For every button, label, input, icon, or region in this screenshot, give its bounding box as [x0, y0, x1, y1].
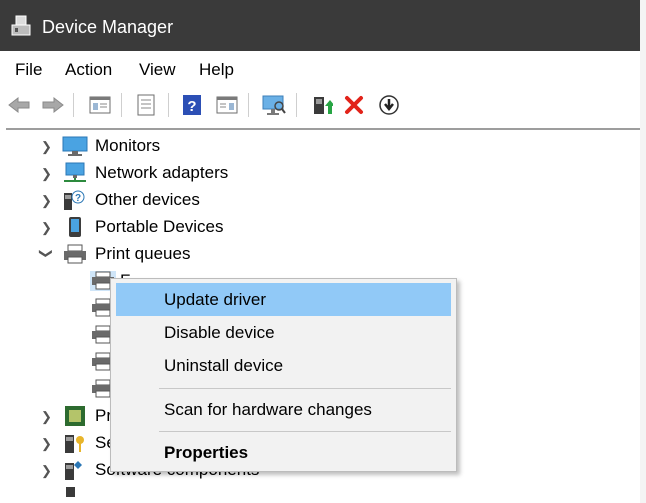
tree-item-other-devices[interactable]: ❯ ? Other devices	[0, 187, 640, 214]
menu-item-uninstall-device[interactable]: Uninstall device	[116, 349, 451, 382]
tree-item-monitors[interactable]: ❯ Monitors	[0, 133, 640, 160]
toolbar-separator	[248, 93, 249, 117]
menu-action[interactable]: Action	[65, 60, 112, 80]
scan-monitor-icon[interactable]	[260, 92, 288, 118]
chevron-right-icon[interactable]: ❯	[41, 220, 53, 235]
toolbar-separator	[121, 93, 122, 117]
tree-item-label: Portable Devices	[95, 217, 224, 236]
processor-icon	[62, 405, 88, 427]
menu-item-label: Update driver	[164, 290, 267, 309]
menu-separator	[159, 388, 451, 389]
tree-item-label: Monitors	[95, 136, 161, 155]
tree-item-label: Print queues	[95, 244, 191, 263]
monitor-icon	[62, 135, 88, 157]
menu-item-label: Disable device	[164, 323, 275, 342]
title-bar: Device Manager	[0, 0, 640, 51]
back-arrow-icon[interactable]	[6, 92, 32, 118]
menu-item-label: Scan for hardware changes	[164, 400, 372, 419]
context-menu: Update driver Disable device Uninstall d…	[110, 278, 457, 472]
menu-help[interactable]: Help	[199, 60, 234, 80]
toolbar-divider	[6, 128, 640, 130]
network-adapter-icon	[62, 162, 88, 184]
tree-item-label: Other devices	[95, 190, 200, 209]
properties-sheet-icon[interactable]	[87, 92, 113, 118]
update-driver-icon[interactable]	[309, 92, 335, 118]
toolbar: ?	[0, 87, 640, 123]
svg-text:?: ?	[75, 193, 81, 204]
chevron-down-icon[interactable]: ❯	[39, 248, 54, 260]
toolbar-separator	[73, 93, 74, 117]
toolbar-separator	[296, 93, 297, 117]
chevron-right-icon[interactable]: ❯	[41, 139, 53, 154]
menu-separator	[159, 431, 451, 432]
menu-item-scan-hardware[interactable]: Scan for hardware changes	[116, 393, 451, 426]
menu-view[interactable]: View	[139, 60, 176, 80]
chevron-right-icon[interactable]: ❯	[41, 409, 53, 424]
install-download-icon[interactable]	[376, 92, 402, 118]
menu-item-properties[interactable]: Properties	[116, 436, 451, 469]
toolbar-separator	[168, 93, 169, 117]
help-icon[interactable]: ?	[179, 92, 205, 118]
tree-item-label: Network adapters	[95, 163, 229, 182]
software-component-icon	[62, 459, 88, 481]
tree-item-network-adapters[interactable]: ❯ Network adapters	[0, 160, 640, 187]
security-device-icon	[62, 432, 88, 454]
window-title: Device Manager	[42, 17, 174, 37]
menu-bar: File Action View Help	[0, 51, 640, 87]
forward-arrow-icon[interactable]	[40, 92, 66, 118]
unknown-device-icon: ?	[62, 189, 88, 211]
svg-text:?: ?	[187, 98, 196, 115]
menu-item-update-driver[interactable]: Update driver	[116, 283, 451, 316]
chevron-right-icon[interactable]: ❯	[41, 166, 53, 181]
printer-icon	[62, 243, 88, 265]
remove-device-icon[interactable]	[342, 92, 366, 118]
portable-device-icon	[62, 216, 88, 238]
device-icon	[62, 484, 88, 503]
chevron-right-icon[interactable]: ❯	[41, 193, 53, 208]
menu-file[interactable]: File	[15, 60, 42, 80]
tree-item-print-queues[interactable]: ❯ Print queues	[0, 241, 640, 268]
menu-item-disable-device[interactable]: Disable device	[116, 316, 451, 349]
device-manager-icon	[10, 15, 32, 42]
menu-item-label: Uninstall device	[164, 356, 284, 375]
window-icon[interactable]	[133, 92, 159, 118]
tree-item-portable-devices[interactable]: ❯ Portable Devices	[0, 214, 640, 241]
window-edge	[640, 0, 646, 503]
chevron-right-icon[interactable]: ❯	[41, 463, 53, 478]
tree-item-partial[interactable]	[0, 484, 640, 503]
chevron-right-icon[interactable]: ❯	[41, 436, 53, 451]
menu-item-label: Properties	[164, 443, 249, 462]
console-tree-icon[interactable]	[214, 92, 240, 118]
